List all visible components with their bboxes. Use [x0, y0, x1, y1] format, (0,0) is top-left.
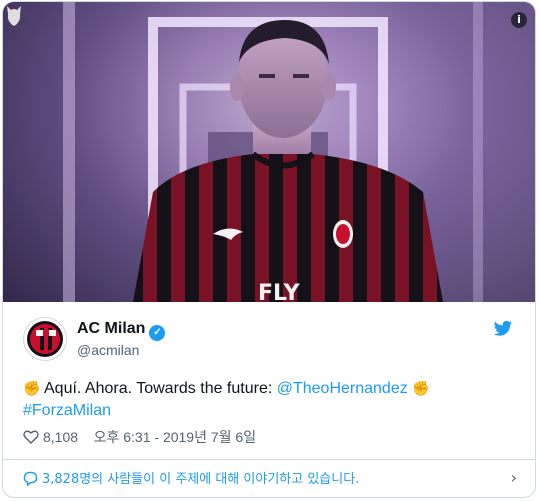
heart-icon [23, 430, 39, 444]
divider [3, 459, 535, 460]
hashtag-link[interactable]: #ForzaMilan [23, 402, 111, 419]
player-photo-illustration: FLY [3, 2, 535, 302]
verified-badge-icon: ✓ [149, 325, 166, 341]
discussion-link[interactable]: 3,828명의 사람들이 이 주제에 대해 이야기하고 있습니다. [23, 468, 513, 487]
milan-devil-logo-icon [7, 6, 21, 26]
tweet-timestamp[interactable]: 오후 6:31 - 2019년 7월 6일 [94, 429, 256, 445]
info-icon[interactable]: i [511, 12, 527, 28]
tweet-embed-card[interactable]: FLY i AC Milan ✓ @acmilan ✊ Aquí. Ahora. … [2, 1, 536, 498]
account-handle[interactable]: @acmilan [77, 342, 139, 358]
like-button[interactable]: 8,108 [23, 429, 82, 445]
jersey-sponsor-text: FLY [258, 281, 301, 302]
account-name[interactable]: AC Milan ✓ [77, 320, 166, 341]
tweet-text: ✊ Aquí. Ahora. Towards the future: @Theo… [23, 377, 513, 422]
ac-milan-crest-icon [27, 321, 63, 357]
twitter-bird-icon[interactable] [493, 320, 513, 338]
mention-link[interactable]: @TheoHernandez [277, 380, 408, 397]
fist-emoji-icon: ✊ [23, 380, 41, 396]
tweet-meta: 8,108 오후 6:31 - 2019년 7월 6일 [23, 427, 256, 447]
discussion-text[interactable]: 3,828명의 사람들이 이 주제에 대해 이야기하고 있습니다. [42, 472, 359, 487]
speech-bubble-icon [23, 471, 38, 486]
tweet-text-body: Aquí. Ahora. Towards the future: [44, 380, 277, 397]
chevron-right-icon[interactable]: › [511, 468, 517, 487]
like-count: 8,108 [43, 429, 79, 445]
account-name-text[interactable]: AC Milan [77, 320, 145, 337]
tweet-media-image[interactable]: FLY i [3, 2, 535, 302]
fist-emoji-icon: ✊ [412, 380, 430, 396]
avatar[interactable] [23, 317, 67, 361]
